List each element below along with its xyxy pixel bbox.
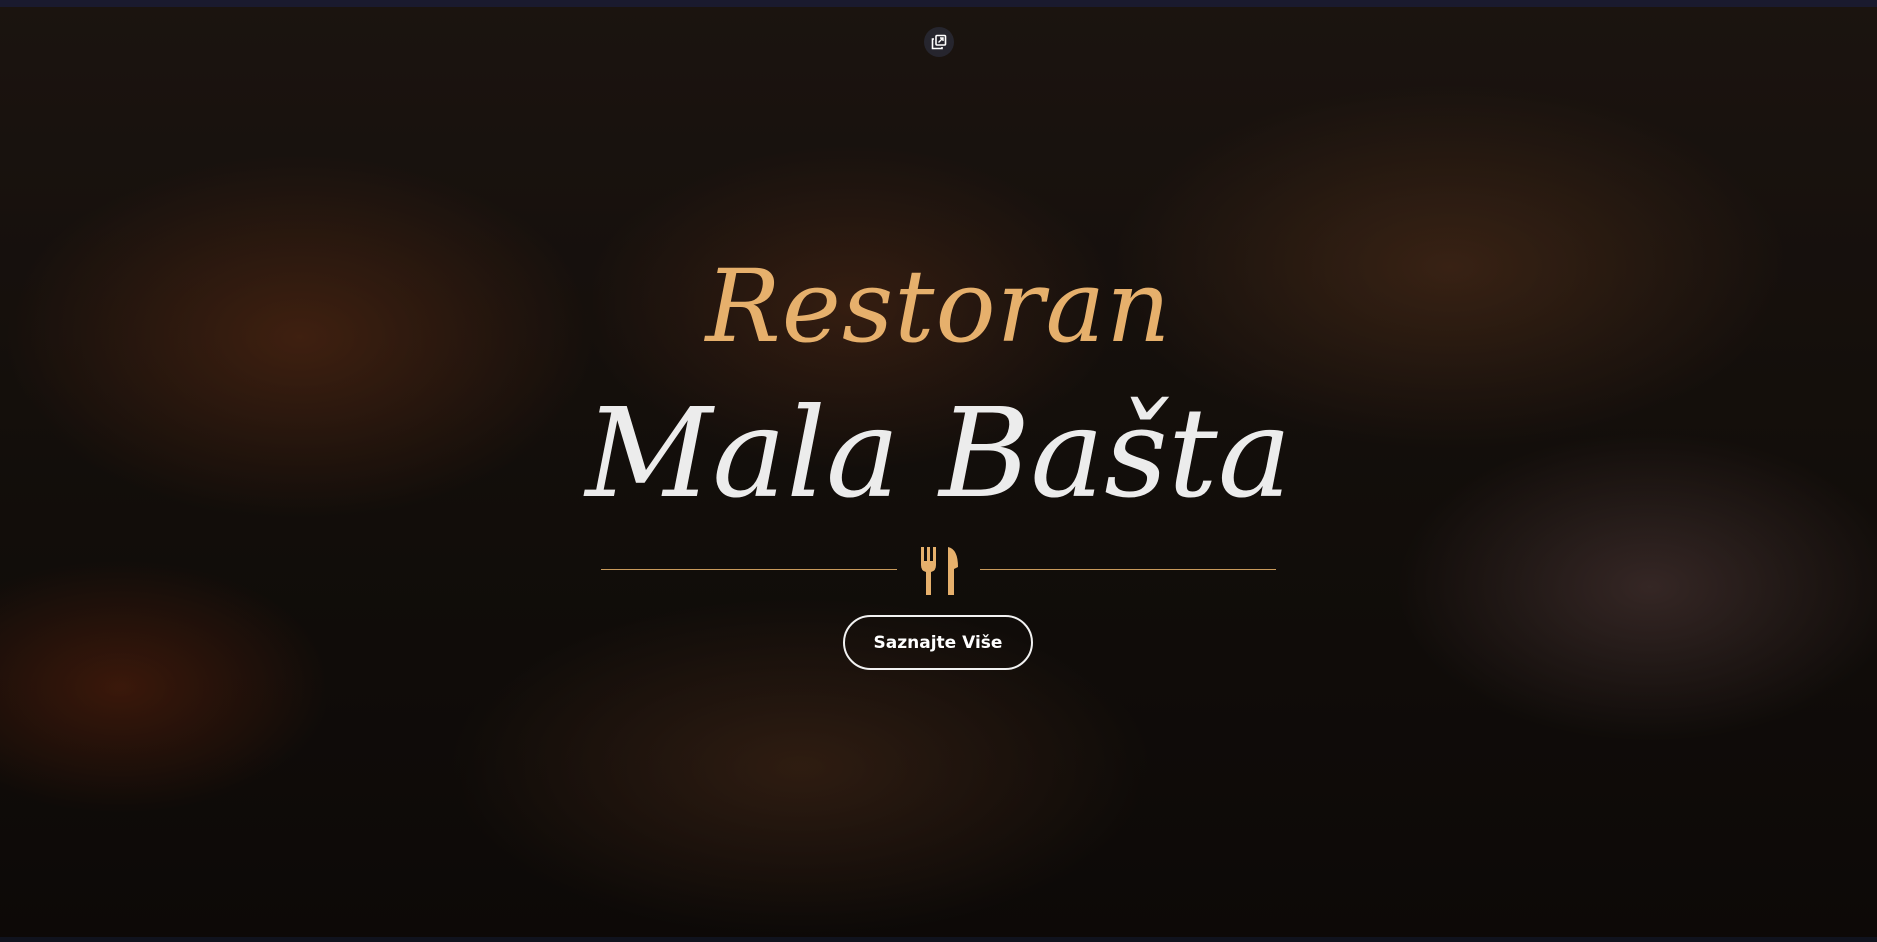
hero-title-name: Mala Bašta xyxy=(585,382,1292,526)
hero-title-restoran: Restoran xyxy=(705,248,1172,365)
divider-line-left xyxy=(601,569,897,570)
hero-section: Restoran Mala Bašta Saznajte Više xyxy=(0,7,1877,937)
top-bar xyxy=(0,0,1877,7)
hero-content: Restoran Mala Bašta Saznajte Više xyxy=(0,7,1877,937)
bottom-bar xyxy=(0,937,1877,942)
divider-line-right xyxy=(980,569,1276,570)
popout-window-icon[interactable] xyxy=(924,27,954,57)
learn-more-button[interactable]: Saznajte Više xyxy=(843,615,1033,670)
fork-spoon-icon xyxy=(918,545,962,597)
